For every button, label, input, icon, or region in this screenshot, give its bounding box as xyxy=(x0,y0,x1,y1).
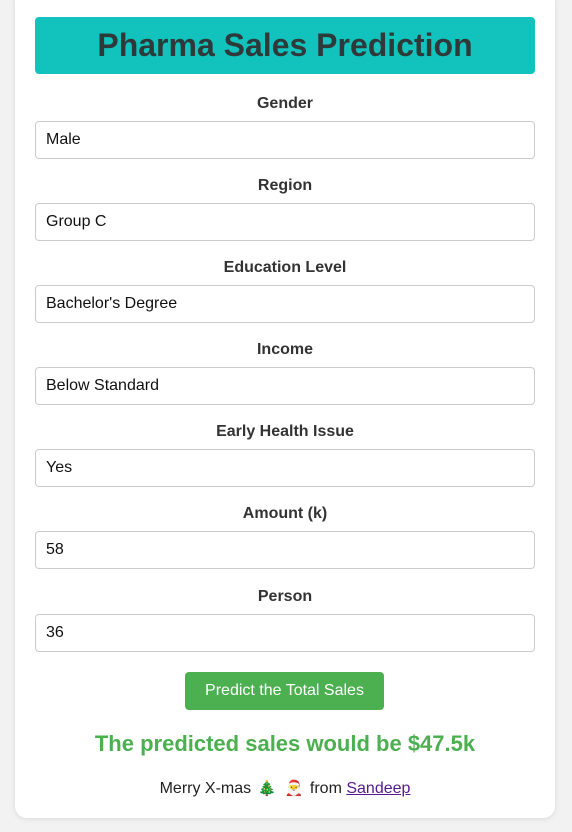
early-health-issue-label: Early Health Issue xyxy=(216,423,354,440)
footer-from-text: from xyxy=(309,780,342,797)
amount-field-group: Amount (k) xyxy=(35,504,535,569)
christmas-tree-icon: 🎄 xyxy=(257,780,277,797)
santa-icon: 🎅 xyxy=(284,780,304,797)
early-health-issue-input[interactable] xyxy=(35,449,535,487)
page-title: Pharma Sales Prediction xyxy=(97,27,473,63)
person-field-group: Person xyxy=(35,587,535,652)
amount-input[interactable] xyxy=(35,531,535,569)
gender-input[interactable] xyxy=(35,121,535,159)
income-label: Income xyxy=(256,341,313,358)
health-issue-field-group: Early Health Issue xyxy=(35,422,535,487)
region-label: Region xyxy=(257,177,313,194)
prediction-result: The predicted sales would be $47.5k xyxy=(94,731,476,756)
region-field-group: Region xyxy=(35,176,535,241)
region-input[interactable] xyxy=(35,203,535,241)
education-field-group: Education Level xyxy=(35,258,535,323)
gender-label: Gender xyxy=(256,95,313,112)
footer-greeting: Merry X-mas xyxy=(159,780,252,797)
predict-button[interactable]: Predict the Total Sales xyxy=(185,672,384,710)
education-level-input[interactable] xyxy=(35,285,535,323)
title-banner: Pharma Sales Prediction xyxy=(35,17,535,74)
person-label: Person xyxy=(257,588,313,605)
footer: Merry X-mas 🎄 🎅 from Sandeep xyxy=(35,778,535,800)
income-field-group: Income xyxy=(35,340,535,405)
person-input[interactable] xyxy=(35,614,535,652)
education-level-label: Education Level xyxy=(223,259,347,276)
author-link[interactable]: Sandeep xyxy=(346,780,410,797)
income-input[interactable] xyxy=(35,367,535,405)
gender-field-group: Gender xyxy=(35,94,535,159)
amount-label: Amount (k) xyxy=(242,505,328,522)
